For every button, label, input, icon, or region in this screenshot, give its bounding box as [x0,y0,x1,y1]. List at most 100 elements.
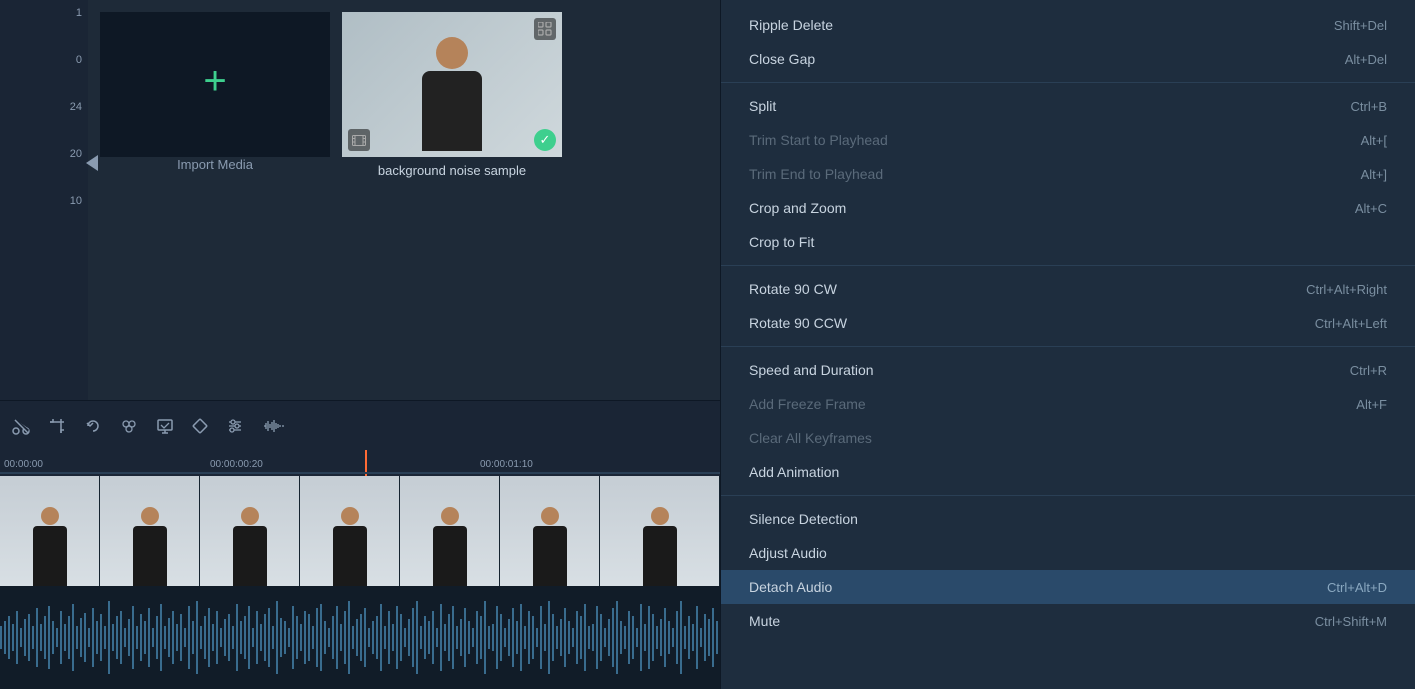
menu-item-freeze-frame[interactable]: Add Freeze Frame Alt+F [721,387,1415,421]
mini-body-1 [33,526,67,586]
track-frame-1 [0,476,100,586]
menu-label-freeze-frame: Add Freeze Frame [749,396,866,412]
menu-item-split[interactable]: Split Ctrl+B [721,89,1415,123]
ruler-num-24: 24 [70,102,82,113]
ruler-num-20: 20 [70,149,82,160]
track-frame-5 [400,476,500,586]
menu-label-clear-keyframes: Clear All Keyframes [749,430,872,446]
track-frame-3 [200,476,300,586]
menu-label-close-gap: Close Gap [749,51,815,67]
left-panel: 1 0 24 20 10 + Import Media [0,0,720,689]
menu-label-crop-zoom: Crop and Zoom [749,200,846,216]
menu-shortcut-freeze-frame: Alt+F [1356,397,1387,412]
mini-head-3 [241,507,259,525]
menu-item-rotate-ccw[interactable]: Rotate 90 CCW Ctrl+Alt+Left [721,306,1415,340]
menu-shortcut-trim-start: Alt+[ [1361,133,1387,148]
mini-person-7 [643,476,677,586]
menu-item-crop-zoom[interactable]: Crop and Zoom Alt+C [721,191,1415,225]
menu-separator-3 [721,346,1415,347]
menu-label-split: Split [749,98,776,114]
menu-label-trim-end: Trim End to Playhead [749,166,883,182]
import-media-tile[interactable]: + [100,12,330,157]
menu-item-mute[interactable]: Mute Ctrl+Shift+M [721,604,1415,638]
tile-checkmark-icon: ✓ [534,129,556,151]
menu-label-add-animation: Add Animation [749,464,839,480]
track-frame-7 [600,476,720,586]
timeline-toolbar [0,400,720,450]
mute-triangle-button[interactable] [86,155,98,171]
video-track[interactable]: kground noise sample [0,476,720,586]
sliders-tool-icon[interactable] [226,417,244,435]
track-frame-4 [300,476,400,586]
mini-person-4 [333,476,367,586]
plus-icon: + [203,61,226,101]
mini-head-5 [441,507,459,525]
menu-shortcut-rotate-ccw: Ctrl+Alt+Left [1315,316,1387,331]
video-thumb-bg [342,12,562,157]
person-body [422,71,482,151]
ruler-numbers: 1 0 24 20 10 [0,0,88,400]
mini-head-2 [141,507,159,525]
video-thumbnail-tile[interactable]: ✓ [342,12,562,157]
audio-track[interactable] [0,586,720,689]
menu-label-rotate-ccw: Rotate 90 CCW [749,315,847,331]
menu-separator-2 [721,265,1415,266]
mini-body-6 [533,526,567,586]
menu-label-ripple-delete: Ripple Delete [749,17,833,33]
mini-body-5 [433,526,467,586]
menu-item-silence-detection[interactable]: Silence Detection [721,502,1415,536]
mini-body-7 [643,526,677,586]
menu-item-close-gap[interactable]: Close Gap Alt+Del [721,42,1415,76]
video-tile-label: background noise sample [378,163,526,178]
menu-label-speed-duration: Speed and Duration [749,362,874,378]
track-frames [0,476,720,586]
menu-shortcut-ripple-delete: Shift+Del [1334,18,1387,33]
person-head [436,37,468,69]
menu-shortcut-crop-zoom: Alt+C [1355,201,1387,216]
menu-item-detach-audio[interactable]: Detach Audio Ctrl+Alt+D [721,570,1415,604]
menu-item-rotate-cw[interactable]: Rotate 90 CW Ctrl+Alt+Right [721,272,1415,306]
media-browser: + Import Media [88,0,720,390]
menu-shortcut-trim-end: Alt+] [1361,167,1387,182]
mini-head-4 [341,507,359,525]
menu-shortcut-detach-audio: Ctrl+Alt+D [1327,580,1387,595]
mini-head-1 [41,507,59,525]
audio-tool-icon[interactable] [262,417,284,435]
ruler-num-1: 1 [76,8,82,19]
color-tool-icon[interactable] [120,417,138,435]
menu-shortcut-split: Ctrl+B [1351,99,1387,114]
menu-separator-4 [721,495,1415,496]
redo-tool-icon[interactable] [84,417,102,435]
keyframe-tool-icon[interactable] [192,418,208,434]
screen-tool-icon[interactable] [156,417,174,435]
menu-shortcut-speed-duration: Ctrl+R [1350,363,1387,378]
ruler-ticks [0,450,720,476]
track-frame-2 [100,476,200,586]
menu-label-adjust-audio: Adjust Audio [749,545,827,561]
menu-item-speed-duration[interactable]: Speed and Duration Ctrl+R [721,353,1415,387]
mini-person-5 [433,476,467,586]
menu-item-ripple-delete[interactable]: Ripple Delete Shift+Del [721,8,1415,42]
mini-person-2 [133,476,167,586]
menu-separator-1 [721,82,1415,83]
cut-tool-icon[interactable] [12,417,30,435]
menu-item-crop-fit[interactable]: Crop to Fit [721,225,1415,259]
menu-item-trim-end[interactable]: Trim End to Playhead Alt+] [721,157,1415,191]
mini-person-6 [533,476,567,586]
menu-label-silence-detection: Silence Detection [749,511,858,527]
mini-body-3 [233,526,267,586]
crop-tool-icon[interactable] [48,417,66,435]
timeline-ruler: 00:00:00 00:00:00:20 00:00:01:10 [0,450,720,476]
audio-waveform [0,586,720,689]
mini-person-1 [33,476,67,586]
menu-item-adjust-audio[interactable]: Adjust Audio [721,536,1415,570]
menu-shortcut-close-gap: Alt+Del [1345,52,1387,67]
menu-item-add-animation[interactable]: Add Animation [721,455,1415,489]
menu-item-clear-keyframes[interactable]: Clear All Keyframes [721,421,1415,455]
menu-label-crop-fit: Crop to Fit [749,234,814,250]
menu-item-trim-start[interactable]: Trim Start to Playhead Alt+[ [721,123,1415,157]
context-menu: Ripple Delete Shift+Del Close Gap Alt+De… [720,0,1415,689]
person-figure [407,37,497,157]
import-media-label: Import Media [177,157,253,172]
ruler-num-10: 10 [70,196,82,207]
